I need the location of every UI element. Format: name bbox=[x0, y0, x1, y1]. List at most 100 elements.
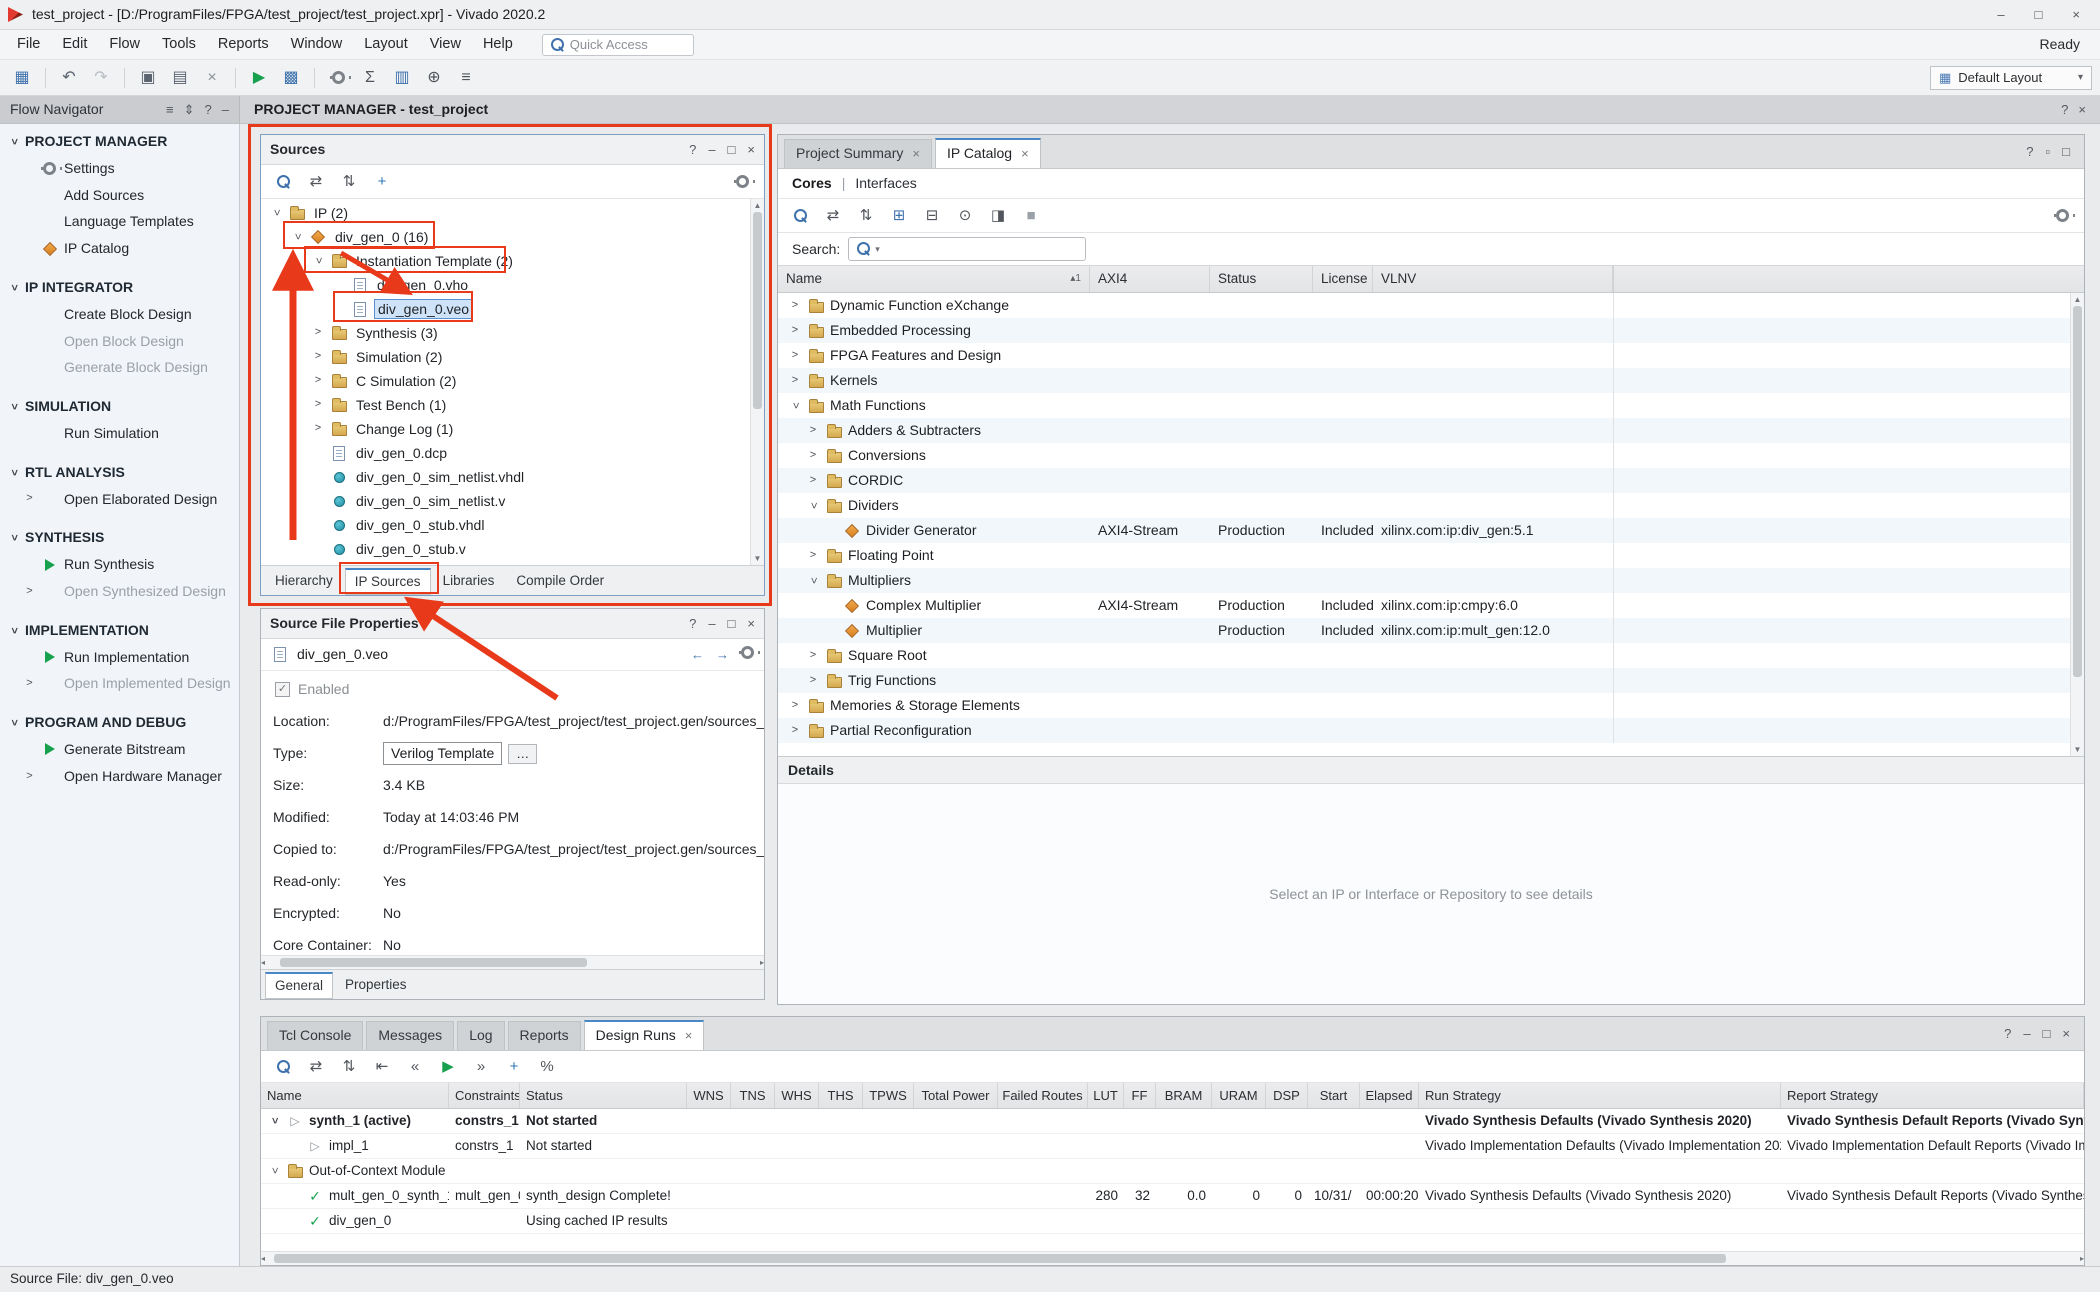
flow-section-header-synthesis[interactable]: >SYNTHESIS bbox=[0, 524, 239, 551]
chevron-right-icon[interactable]: > bbox=[788, 324, 802, 337]
scrollbar-thumb[interactable] bbox=[2073, 306, 2082, 677]
copy-icon[interactable]: ▣ bbox=[134, 65, 162, 91]
column-header-report-strategy[interactable]: Report Strategy bbox=[1781, 1083, 2084, 1108]
close-icon[interactable]: × bbox=[2062, 1026, 2070, 1042]
settings-icon[interactable] bbox=[2052, 204, 2072, 226]
column-header-axi4[interactable]: AXI4 bbox=[1090, 266, 1210, 292]
tab-general[interactable]: General bbox=[265, 972, 333, 999]
expand-all-icon[interactable]: ⇅ bbox=[339, 171, 359, 193]
close-icon[interactable]: × bbox=[912, 146, 920, 162]
tree-item[interactable]: >div_gen_0_sim_netlist.vhdl bbox=[261, 465, 764, 489]
column-header-status[interactable]: Status bbox=[1210, 266, 1313, 292]
tree-item[interactable]: >div_gen_0 (16) bbox=[261, 225, 764, 249]
enabled-checkbox[interactable]: ✓ bbox=[275, 682, 290, 697]
flow-item-generate-block-design[interactable]: Generate Block Design bbox=[0, 354, 239, 381]
clock-icon[interactable]: ⊕ bbox=[420, 65, 448, 91]
catalog-row[interactable]: >MultiplierProductionIncludedxilinx.com:… bbox=[778, 618, 2084, 643]
flow-item-run-synthesis[interactable]: Run Synthesis bbox=[0, 551, 239, 578]
tab-tcl-console[interactable]: Tcl Console bbox=[267, 1021, 363, 1050]
chevron-right-icon[interactable]: > bbox=[311, 374, 325, 387]
scroll-right-icon[interactable]: ▸ bbox=[2080, 1252, 2084, 1265]
catalog-row[interactable]: >Conversions bbox=[778, 443, 2084, 468]
tab-compile-order[interactable]: Compile Order bbox=[506, 568, 614, 595]
chevron-right-icon[interactable]: > bbox=[788, 349, 802, 362]
column-header-start[interactable]: Start bbox=[1308, 1083, 1360, 1108]
chevron-right-icon[interactable]: > bbox=[311, 350, 325, 363]
minimize-icon[interactable]: – bbox=[708, 616, 715, 632]
flow-item-open-hardware-manager[interactable]: >Open Hardware Manager bbox=[0, 763, 239, 790]
catalog-row[interactable]: >Complex MultiplierAXI4-StreamProduction… bbox=[778, 593, 2084, 618]
chevron-right-icon[interactable]: > bbox=[788, 374, 802, 387]
chevron-down-icon[interactable]: > bbox=[806, 574, 819, 588]
column-header-failed-routes[interactable]: Failed Routes bbox=[998, 1083, 1088, 1108]
scrollbar-thumb[interactable] bbox=[280, 958, 587, 967]
column-header-name[interactable]: Name bbox=[261, 1083, 449, 1108]
tab-ip-catalog[interactable]: IP Catalog× bbox=[935, 138, 1041, 168]
chevron-down-icon[interactable]: > bbox=[788, 399, 801, 413]
step-back-icon[interactable]: « bbox=[405, 1056, 425, 1078]
catalog-row[interactable]: >Adders & Subtracters bbox=[778, 418, 2084, 443]
minimize-icon[interactable]: – bbox=[1997, 7, 2004, 23]
group-icon[interactable]: ⊟ bbox=[922, 205, 942, 227]
expand-all-icon[interactable]: ⇅ bbox=[339, 1056, 359, 1078]
chevron-right-icon[interactable]: > bbox=[806, 549, 820, 562]
menu-icon[interactable]: ≡ bbox=[166, 102, 174, 118]
chevron-right-icon[interactable]: > bbox=[806, 474, 820, 487]
scroll-down-icon[interactable]: ▼ bbox=[754, 552, 762, 565]
flow-item-create-block-design[interactable]: Create Block Design bbox=[0, 301, 239, 328]
close-icon[interactable]: × bbox=[685, 1028, 693, 1044]
close-icon[interactable]: × bbox=[2072, 7, 2080, 23]
run-row[interactable]: >▷impl_1constrs_1Not startedVivado Imple… bbox=[261, 1134, 2084, 1159]
menu-tools[interactable]: Tools bbox=[151, 32, 207, 57]
tree-item[interactable]: >div_gen_0_sim_netlist.v bbox=[261, 489, 764, 513]
search-icon[interactable] bbox=[273, 171, 293, 193]
catalog-row[interactable]: >Dividers bbox=[778, 493, 2084, 518]
column-header-dsp[interactable]: DSP bbox=[1266, 1083, 1308, 1108]
undo-icon[interactable]: ↶ bbox=[55, 65, 83, 91]
column-header-name[interactable]: Name▴1 bbox=[778, 266, 1090, 292]
chevron-down-icon[interactable]: > bbox=[806, 499, 819, 513]
tree-item[interactable]: >Instantiation Template (2) bbox=[261, 249, 764, 273]
tab-interfaces[interactable]: Interfaces bbox=[855, 175, 916, 192]
tab-messages[interactable]: Messages bbox=[366, 1021, 454, 1050]
chevron-right-icon[interactable]: > bbox=[788, 724, 802, 737]
catalog-row[interactable]: >FPGA Features and Design bbox=[778, 343, 2084, 368]
flow-item-open-block-design[interactable]: Open Block Design bbox=[0, 328, 239, 355]
chevron-right-icon[interactable]: > bbox=[311, 422, 325, 435]
tab-ip-sources[interactable]: IP Sources bbox=[345, 568, 431, 595]
flow-section-header-simulation[interactable]: >SIMULATION bbox=[0, 393, 239, 420]
chevron-right-icon[interactable]: > bbox=[806, 649, 820, 662]
column-header-elapsed[interactable]: Elapsed bbox=[1360, 1083, 1419, 1108]
flow-section-header-ip-integrator[interactable]: >IP INTEGRATOR bbox=[0, 274, 239, 301]
hierarchy-icon[interactable]: ⊞ bbox=[889, 205, 909, 227]
column-header-tns[interactable]: TNS bbox=[731, 1083, 775, 1108]
flow-section-header-implementation[interactable]: >IMPLEMENTATION bbox=[0, 617, 239, 644]
catalog-row[interactable]: >Dynamic Function eXchange bbox=[778, 293, 2084, 318]
catalog-row[interactable]: >Floating Point bbox=[778, 543, 2084, 568]
flow-item-open-implemented-design[interactable]: >Open Implemented Design bbox=[0, 670, 239, 697]
chevron-right-icon[interactable]: > bbox=[806, 674, 820, 687]
run-row[interactable]: >✓mult_gen_0_synth_1mult_gen_0synth_desi… bbox=[261, 1184, 2084, 1209]
menu-edit[interactable]: Edit bbox=[51, 32, 98, 57]
close-icon[interactable]: × bbox=[747, 142, 755, 158]
search-icon[interactable] bbox=[273, 1056, 293, 1078]
collapse-all-icon[interactable]: ⇄ bbox=[306, 1056, 326, 1078]
go-to-start-icon[interactable]: ⇤ bbox=[372, 1056, 392, 1078]
tab-properties[interactable]: Properties bbox=[335, 972, 417, 999]
properties-icon[interactable]: ◨ bbox=[988, 205, 1008, 227]
step-forward-icon[interactable]: » bbox=[471, 1056, 491, 1078]
catalog-row[interactable]: >Divider GeneratorAXI4-StreamProductionI… bbox=[778, 518, 2084, 543]
type-select[interactable]: Verilog Template bbox=[383, 742, 502, 765]
flow-item-language-templates[interactable]: Language Templates bbox=[0, 208, 239, 235]
chevron-right-icon[interactable]: > bbox=[311, 398, 325, 411]
collapse-all-icon[interactable]: ⇄ bbox=[823, 205, 843, 227]
flow-item-ip-catalog[interactable]: IP Catalog bbox=[0, 235, 239, 262]
back-icon[interactable]: ← bbox=[691, 647, 704, 663]
tree-item[interactable]: >IP (2) bbox=[261, 201, 764, 225]
stop-icon[interactable]: ■ bbox=[1021, 205, 1041, 227]
maximize-icon[interactable]: □ bbox=[2043, 1026, 2051, 1042]
expand-all-icon[interactable]: ⇅ bbox=[856, 205, 876, 227]
tree-item[interactable]: >Test Bench (1) bbox=[261, 393, 764, 417]
column-header-whs[interactable]: WHS bbox=[775, 1083, 819, 1108]
chevron-down-icon[interactable]: > bbox=[267, 1114, 280, 1128]
